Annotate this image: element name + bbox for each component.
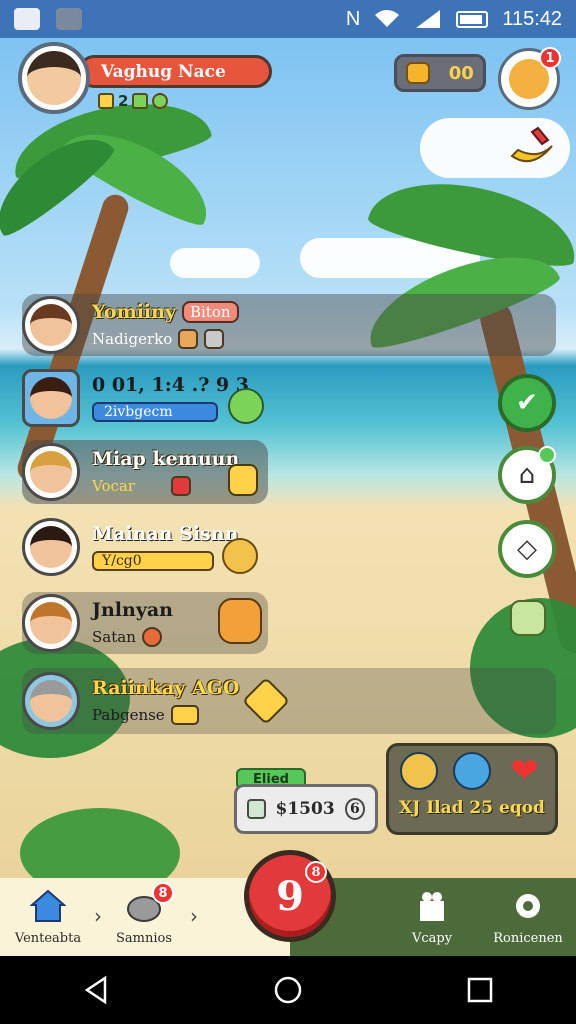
gear-icon: [516, 893, 540, 918]
avatar: [22, 518, 80, 576]
reward-text: XJ Ilad 25 eqod: [399, 798, 545, 818]
check-button[interactable]: ✔: [498, 374, 556, 432]
avatar: [22, 369, 80, 427]
status-bar: N 115:42: [0, 0, 576, 38]
smiley-icon: [222, 538, 258, 574]
home-button[interactable]: [258, 960, 318, 1020]
nav-friends[interactable]: Samnios 8 ›: [96, 878, 198, 956]
signal-icon: [416, 10, 441, 28]
stat-icon: [98, 93, 114, 109]
house-icon: ⌂: [518, 460, 536, 490]
fruit-icon: [141, 627, 162, 647]
friend-status: Nadigerko: [92, 330, 173, 348]
friend-score: 0 01, 1:4 .? 9 3: [92, 374, 249, 396]
progress-bar: Y/cg0: [92, 551, 214, 571]
list-item[interactable]: Raiinkay AGO Pabgense: [22, 668, 556, 734]
nav-settings-label: Ronicenen: [493, 930, 563, 946]
globe-icon: [452, 752, 491, 790]
battery-icon: [456, 10, 489, 28]
friend-status: Vocar: [92, 477, 136, 495]
item-icon: [178, 329, 199, 349]
avatar: [22, 672, 80, 730]
gift-icon: [420, 891, 444, 921]
coin-face-icon: [228, 464, 258, 496]
player-face-icon: [27, 51, 81, 105]
back-icon: [84, 975, 107, 1005]
coin-counter[interactable]: 00: [394, 54, 486, 92]
notification-badge: 1: [539, 47, 561, 69]
price-aux: 6: [344, 798, 365, 820]
smile-icon: [228, 388, 264, 424]
check-icon: ✔: [516, 388, 538, 418]
heart-badge-icon[interactable]: [510, 600, 546, 636]
player-name: Vaghug Nace: [101, 61, 226, 82]
bird-icon: [400, 752, 439, 790]
stat-icon-2: [132, 93, 149, 109]
coin-icon: [406, 62, 431, 84]
online-dot: [538, 446, 556, 464]
ticket-icon: [170, 705, 199, 725]
chevron-right-icon: ›: [190, 904, 198, 928]
nav-gift[interactable]: Vcapy: [384, 878, 480, 956]
home-circle-icon: [274, 976, 302, 1004]
progress-bar: 2ivbgecm: [92, 402, 218, 422]
avatar: [22, 443, 80, 501]
banana-icon[interactable]: [508, 126, 556, 170]
stat-icon-3: [152, 93, 169, 109]
wifi-icon: [375, 10, 400, 27]
player-level: 2: [118, 92, 129, 110]
heart-icon: ❤: [510, 751, 539, 791]
star-badge-icon: [242, 676, 291, 726]
notification-badge: 8: [152, 882, 174, 904]
friend-name: Raiinkay AGO: [92, 677, 240, 699]
gem-button[interactable]: ◇: [498, 520, 556, 578]
item-icon: [171, 476, 192, 496]
price-value: $1503: [275, 799, 335, 819]
cat-icon: [218, 598, 262, 644]
recents-button[interactable]: [450, 960, 510, 1020]
coin-count: 00: [448, 62, 474, 84]
back-button[interactable]: [66, 960, 126, 1020]
nfc-icon: N: [345, 7, 361, 30]
player-avatar[interactable]: [18, 42, 90, 114]
friend-name: Yomiiny: [92, 301, 176, 323]
avatar: [22, 594, 80, 652]
friend-name: Mainan Sisnn: [92, 523, 239, 545]
player-stats: 2: [98, 92, 169, 110]
recents-icon: [467, 977, 493, 1003]
player-name-banner: Vaghug Nace: [78, 55, 272, 88]
app-icon: [14, 8, 40, 30]
clock: 115:42: [502, 7, 562, 30]
pet-avatar[interactable]: 1: [498, 47, 561, 110]
friend-status: Satan: [92, 628, 136, 646]
notification-badge: 8: [305, 861, 327, 883]
gem-icon: ◇: [517, 534, 537, 564]
reward-panel[interactable]: ❤ XJ Ilad 25 eqod: [386, 743, 558, 835]
friend-name: Miap kemuun: [92, 448, 240, 470]
list-item[interactable]: Yomiiny Biton Nadigerko: [22, 294, 556, 356]
ticket-icon: [247, 799, 266, 819]
shop-button[interactable]: ⌂: [498, 446, 556, 504]
system-nav-bar: [0, 956, 576, 1024]
play-button[interactable]: 9 8: [244, 850, 336, 942]
avatar: [22, 296, 80, 354]
nav-gift-label: Vcapy: [411, 930, 453, 946]
wand-icon: [56, 8, 82, 30]
nav-settings[interactable]: Ronicenen: [480, 878, 576, 956]
play-label: 9: [276, 872, 304, 920]
friend-name: Jnlnyan: [92, 599, 174, 621]
price-button[interactable]: $1503 6: [234, 784, 378, 834]
nav-friends-label: Samnios: [115, 930, 172, 946]
item-icon: [204, 329, 225, 349]
friend-tag: Biton: [181, 301, 239, 323]
home-icon: [30, 889, 66, 922]
nav-home-label: Venteabta: [14, 930, 82, 946]
friend-status: Pabgense: [92, 706, 165, 724]
nav-home[interactable]: Venteabta ›: [0, 878, 102, 956]
